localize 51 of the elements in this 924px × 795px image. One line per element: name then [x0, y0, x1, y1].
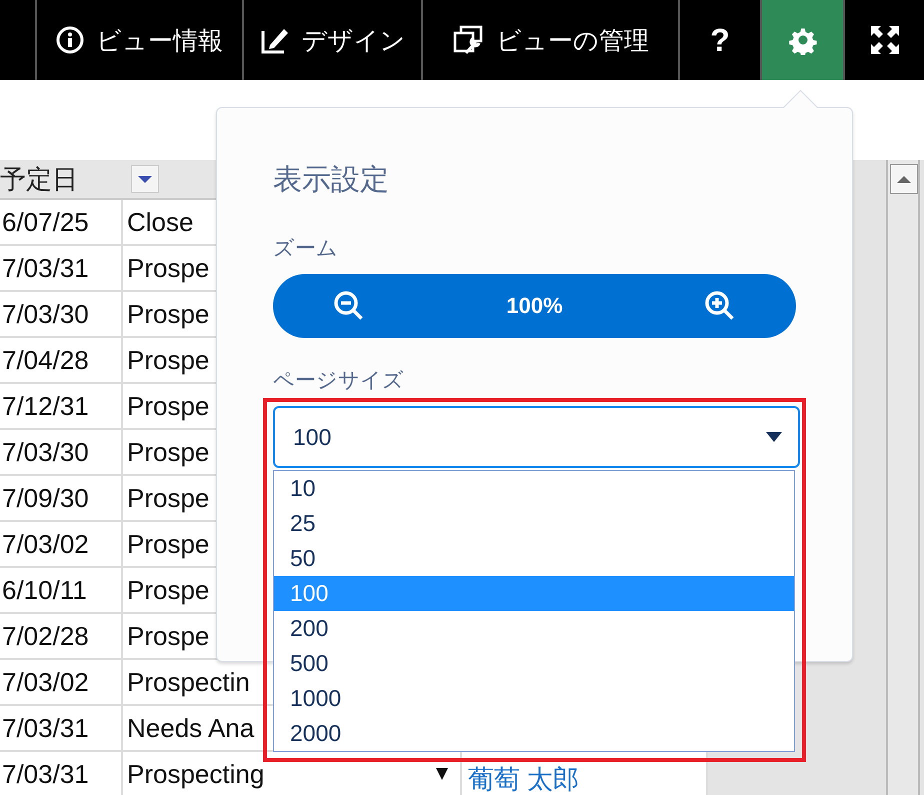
owner-link[interactable]: 葡萄 太郎 — [468, 766, 580, 792]
table-cell: 7/03/30 — [0, 292, 123, 338]
dropdown-option[interactable]: 10 — [274, 471, 794, 506]
zoom-value: 100% — [506, 293, 563, 319]
table-cell: Prospe — [127, 436, 210, 468]
table-cell: Prospe — [127, 344, 210, 376]
table-cell: Prospe — [127, 298, 210, 330]
table-cell: Close — [127, 206, 194, 238]
caret-icon — [766, 432, 782, 442]
table-cell: Prospe — [127, 482, 210, 514]
column-header: 予定日 — [0, 160, 123, 200]
table-cell: Prospe — [127, 528, 210, 560]
scroll-up-button[interactable] — [890, 164, 918, 194]
panel-title: 表示設定 — [273, 163, 390, 198]
table-cell: 6/10/11 — [0, 568, 123, 614]
caret-icon[interactable] — [436, 768, 448, 780]
table-cell: Prospecting — [127, 758, 264, 790]
table-cell: 7/09/30 — [0, 476, 123, 522]
table-cell: Prospe — [127, 252, 210, 284]
dropdown-option[interactable]: 1000 — [274, 681, 794, 716]
scrollbar[interactable] — [886, 160, 920, 795]
page-size-select[interactable]: 100 — [273, 406, 800, 468]
table-cell: 7/12/31 — [0, 384, 123, 430]
table-cell: Needs Ana — [127, 712, 254, 744]
table-cell: 7/02/28 — [0, 614, 123, 660]
windows-wrench-icon — [452, 25, 484, 55]
dropdown-option[interactable]: 500 — [274, 646, 794, 681]
info-icon — [56, 26, 84, 54]
table-cell: 7/03/02 — [0, 660, 123, 706]
table-cell: 7/03/31 — [0, 246, 123, 292]
fullscreen-icon — [870, 25, 900, 55]
zoom-out-button[interactable] — [333, 290, 365, 322]
table-cell: 7/03/31 — [0, 752, 123, 795]
table-cell: 7/03/02 — [0, 522, 123, 568]
dropdown-option[interactable]: 50 — [274, 541, 794, 576]
table-cell: Prospectin — [127, 666, 250, 698]
table-cell: Prospe — [127, 574, 210, 606]
table-cell: Prospe — [127, 390, 210, 422]
settings-button[interactable] — [762, 0, 845, 80]
table-cell: 7/03/31 — [0, 706, 123, 752]
table-cell: 7/04/28 — [0, 338, 123, 384]
dropdown-option[interactable]: 2000 — [274, 716, 794, 751]
table-cell: 7/03/30 — [0, 430, 123, 476]
page-size-label: ページサイズ — [273, 368, 405, 394]
zoom-in-button[interactable] — [704, 290, 736, 322]
dropdown-option[interactable]: 200 — [274, 611, 794, 646]
filter-button[interactable] — [131, 165, 159, 193]
dropdown-option[interactable]: 25 — [274, 506, 794, 541]
table-cell: 6/07/25 — [0, 200, 123, 246]
zoom-label: ズーム — [273, 236, 339, 262]
table-cell: Prospe — [127, 620, 210, 652]
